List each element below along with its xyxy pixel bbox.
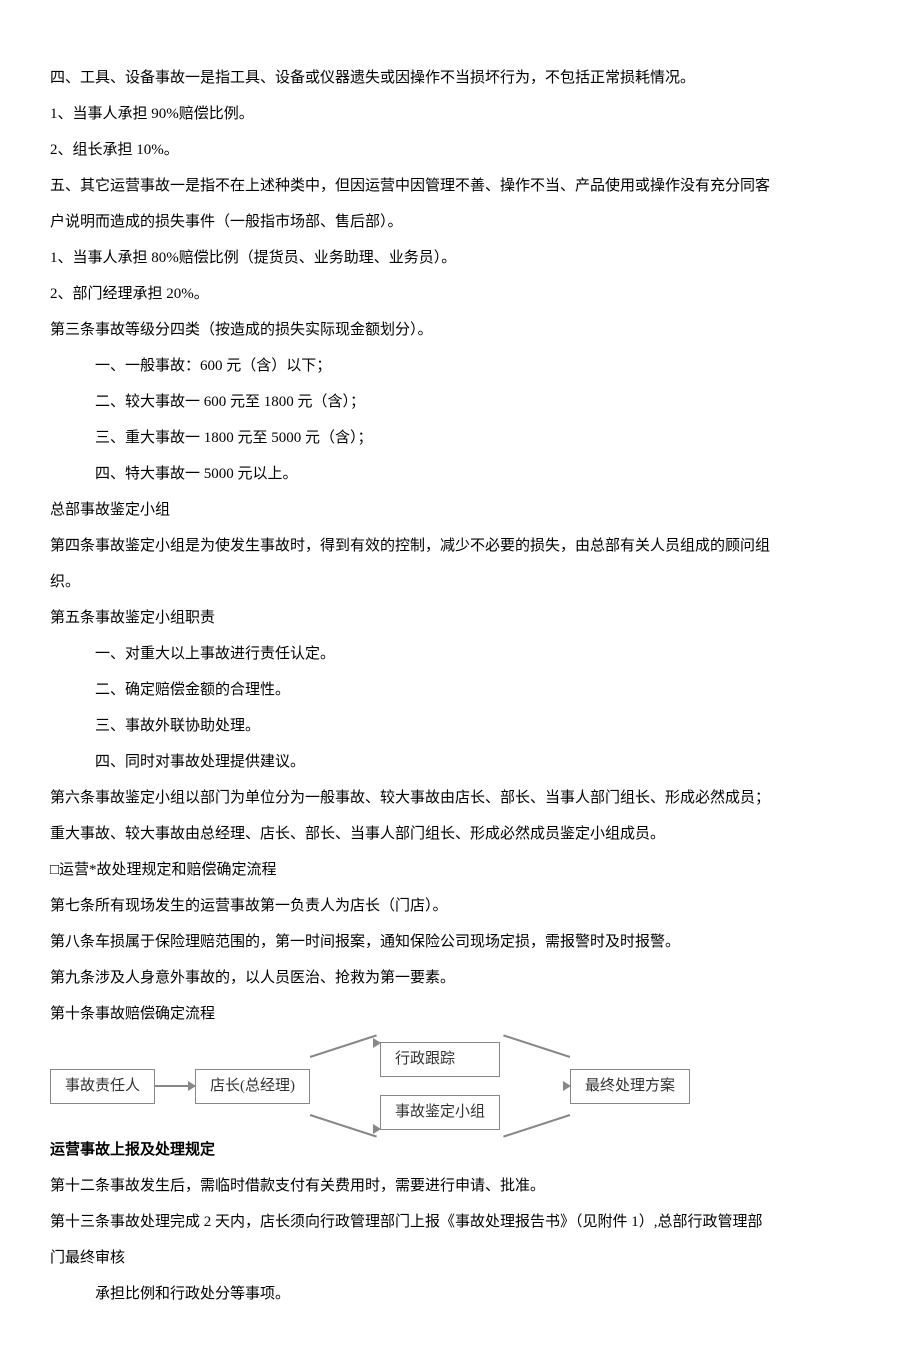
text-line: 第十二条事故发生后，需临时借款支付有关费用时，需要进行申请、批准。 [50, 1168, 770, 1204]
text-line: □运营*故处理规定和赔偿确定流程 [50, 852, 770, 888]
text-line: 2、部门经理承担 20%。 [50, 276, 770, 312]
text-line: 1、当事人承担 80%赔偿比例（提货员、业务助理、业务员）。 [50, 240, 770, 276]
text-span: 第十三条事故处理完成 2 天内，店长须向行政管理部门上报《事故处理报告书》（见附… [50, 1214, 763, 1266]
text-line: 2、组长承担 10%。 [50, 132, 770, 168]
text-line: 五、其它运营事故一是指不在上述种类中，但因运营中因管理不善、操作不当、产品使用或… [50, 168, 770, 240]
text-line: 四、工具、设备事故一是指工具、设备或仪器遗失或因操作不当损坏行为，不包括正常损耗… [50, 60, 770, 96]
text-line: 二、确定赔偿金额的合理性。 [50, 672, 770, 708]
flow-box-final: 最终处理方案 [570, 1069, 690, 1104]
text-line: 第六条事故鉴定小组以部门为单位分为一般事故、较大事故由店长、部长、当事人部门组长… [50, 780, 770, 852]
section-heading: 运营事故上报及处理规定 [50, 1132, 770, 1168]
text-line: 第七条所有现场发生的运营事故第一负责人为店长（门店）。 [50, 888, 770, 924]
text-line: 三、重大事故一 1800 元至 5000 元（含）； [50, 420, 770, 456]
flow-box-admin: 行政跟踪 [380, 1042, 500, 1077]
text-line: 第九条涉及人身意外事故的，以人员医治、抢救为第一要素。 [50, 960, 770, 996]
text-line: 一、对重大以上事故进行责任认定。 [50, 636, 770, 672]
flow-box-responsible: 事故责任人 [50, 1069, 155, 1104]
arrow-icon [155, 1085, 195, 1087]
text-line: 四、特大事故一 5000 元以上。 [50, 456, 770, 492]
text-line: 总部事故鉴定小组 [50, 492, 770, 528]
merge-connector [500, 1046, 570, 1126]
text-line: 承担比例和行政处分等事项。 [50, 1276, 770, 1312]
flowchart: 事故责任人 店长(总经理) 行政跟踪 事故鉴定小组 最终处理方案 [50, 1042, 770, 1130]
text-line: 第十条事故赔偿确定流程 [50, 996, 770, 1032]
text-line: 第八条车损属于保险理赔范围的，第一时间报案，通知保险公司现场定损，需报警时及时报… [50, 924, 770, 960]
flow-stack: 行政跟踪 事故鉴定小组 [380, 1042, 500, 1130]
text-line: 第四条事故鉴定小组是为使发生事故时，得到有效的控制，减少不必要的损失，由总部有关… [50, 528, 770, 600]
text-line: 四、同时对事故处理提供建议。 [50, 744, 770, 780]
text-line: 三、事故外联协助处理。 [50, 708, 770, 744]
text-line: 1、当事人承担 90%赔偿比例。 [50, 96, 770, 132]
split-connector [310, 1046, 380, 1126]
text-line: 第五条事故鉴定小组职责 [50, 600, 770, 636]
text-line: 二、较大事故一 600 元至 1800 元（含）； [50, 384, 770, 420]
text-line: 第三条事故等级分四类（按造成的损失实际现金额划分）。 [50, 312, 770, 348]
flow-box-committee: 事故鉴定小组 [380, 1095, 500, 1130]
text-line: 一、一般事故：600 元（含）以下； [50, 348, 770, 384]
flow-box-manager: 店长(总经理) [195, 1069, 310, 1104]
text-line: 第十三条事故处理完成 2 天内，店长须向行政管理部门上报《事故处理报告书》（见附… [50, 1204, 770, 1276]
